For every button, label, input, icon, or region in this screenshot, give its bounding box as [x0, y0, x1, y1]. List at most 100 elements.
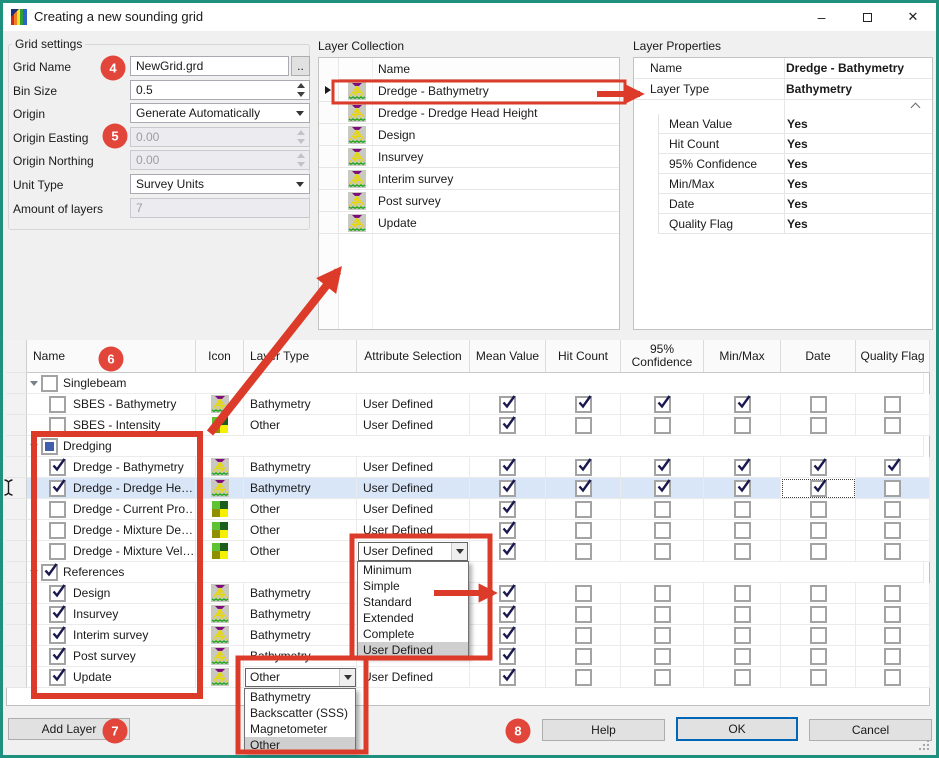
attribute-checkbox-unchecked[interactable] — [810, 501, 827, 518]
attribute-checkbox-unchecked[interactable] — [884, 396, 901, 413]
attribute-checkbox-unchecked[interactable] — [575, 627, 592, 644]
column-header-name[interactable]: Name — [27, 340, 196, 373]
row-checkbox-checked[interactable] — [49, 626, 66, 644]
table-cell-mean-value[interactable] — [470, 499, 546, 520]
ok-button[interactable]: OK — [676, 717, 798, 741]
maximize-button[interactable] — [844, 3, 890, 31]
table-cell-hit-count[interactable] — [546, 625, 621, 646]
table-row-header[interactable] — [6, 541, 27, 562]
attribute-checkbox-unchecked[interactable] — [654, 627, 671, 644]
attribute-checkbox-checked[interactable] — [654, 479, 671, 497]
table-cell-layer-type[interactable]: Other — [244, 541, 357, 562]
table-cell-min-max[interactable] — [704, 394, 781, 415]
group-expander-icon[interactable] — [30, 570, 38, 575]
table-cell-95-confidence[interactable] — [621, 394, 704, 415]
table-cell-date[interactable] — [781, 646, 856, 667]
table-cell-95-confidence[interactable] — [621, 478, 704, 499]
table-cell-layer-type[interactable]: Other — [244, 520, 357, 541]
table-row-header[interactable] — [6, 520, 27, 541]
attribute-checkbox-unchecked[interactable] — [734, 522, 751, 539]
attribute-checkbox-unchecked[interactable] — [575, 522, 592, 539]
table-cell-mean-value[interactable] — [470, 415, 546, 436]
attribute-checkbox-unchecked[interactable] — [884, 417, 901, 434]
table-cell-95-confidence[interactable] — [621, 604, 704, 625]
attribute-checkbox-checked[interactable] — [734, 479, 751, 497]
table-cell-name[interactable]: Insurvey — [27, 604, 196, 625]
attribute-checkbox-unchecked[interactable] — [810, 585, 827, 602]
table-cell-date[interactable] — [781, 541, 856, 562]
attribute-checkbox-unchecked[interactable] — [810, 543, 827, 560]
table-cell-mean-value[interactable] — [470, 394, 546, 415]
table-cell-mean-value[interactable] — [470, 667, 546, 688]
attribute-checkbox-unchecked[interactable] — [884, 585, 901, 602]
column-header-icon[interactable]: Icon — [196, 340, 244, 373]
attribute-checkbox-checked[interactable] — [734, 458, 751, 476]
table-cell-name[interactable]: Design — [27, 583, 196, 604]
cancel-button[interactable]: Cancel — [809, 719, 932, 741]
table-row-header[interactable] — [6, 436, 27, 457]
attribute-checkbox-unchecked[interactable] — [654, 543, 671, 560]
attribute-selection-combo[interactable]: User Defined — [358, 542, 468, 561]
table-cell-layer-type[interactable]: Bathymetry — [244, 394, 357, 415]
attribute-checkbox-checked[interactable] — [499, 647, 516, 665]
help-button[interactable]: Help — [542, 719, 665, 741]
attribute-checkbox-unchecked[interactable] — [810, 396, 827, 413]
table-cell-date[interactable] — [781, 415, 856, 436]
table-cell-name[interactable]: Dredge - Current Pro… — [27, 499, 196, 520]
table-cell-95-confidence[interactable] — [621, 520, 704, 541]
table-cell-layer-type[interactable]: Bathymetry — [244, 646, 357, 667]
table-cell-quality-flag[interactable] — [856, 583, 930, 604]
collection-row[interactable]: Post survey — [319, 190, 619, 212]
table-cell-name[interactable]: Dredge - Bathymetry — [27, 457, 196, 478]
layer-type-list-option-magnetometer[interactable]: Magnetometer — [245, 721, 355, 737]
attribute-checkbox-unchecked[interactable] — [654, 648, 671, 665]
table-cell-mean-value[interactable] — [470, 604, 546, 625]
table-cell-quality-flag[interactable] — [856, 646, 930, 667]
attribute-selection-list-option-extended[interactable]: Extended — [358, 610, 468, 626]
attribute-selection-list-option-minimum[interactable]: Minimum — [358, 562, 468, 578]
close-button[interactable]: ✕ — [890, 3, 936, 31]
table-cell-quality-flag[interactable] — [856, 478, 930, 499]
table-cell-date[interactable] — [781, 499, 856, 520]
table-cell-name[interactable]: Dredge - Mixture De… — [27, 520, 196, 541]
collection-row[interactable]: Dredge - Dredge Head Height — [319, 102, 619, 124]
attribute-selection-combo-dropdown-button[interactable] — [451, 543, 467, 560]
attribute-checkbox-unchecked[interactable] — [734, 606, 751, 623]
attribute-checkbox-unchecked[interactable] — [575, 543, 592, 560]
table-cell-mean-value[interactable] — [470, 520, 546, 541]
table-cell-attribute-selection[interactable]: User Defined — [357, 415, 470, 436]
row-checkbox-unchecked[interactable] — [49, 543, 66, 560]
table-cell-date[interactable] — [781, 394, 856, 415]
attribute-checkbox-unchecked[interactable] — [654, 417, 671, 434]
row-checkbox-checked[interactable] — [49, 458, 66, 476]
row-checkbox-unchecked[interactable] — [49, 501, 66, 518]
table-row-header[interactable] — [6, 667, 27, 688]
attribute-checkbox-unchecked[interactable] — [575, 501, 592, 518]
table-cell-hit-count[interactable] — [546, 667, 621, 688]
table-cell-min-max[interactable] — [704, 646, 781, 667]
table-cell-quality-flag[interactable] — [856, 499, 930, 520]
attribute-checkbox-checked[interactable] — [884, 458, 901, 476]
table-cell-hit-count[interactable] — [546, 520, 621, 541]
column-header-quality-flag[interactable]: Quality Flag — [856, 340, 930, 373]
attribute-checkbox-unchecked[interactable] — [575, 648, 592, 665]
column-header-hit-count[interactable]: Hit Count — [546, 340, 621, 373]
table-cell-mean-value[interactable] — [470, 457, 546, 478]
attribute-checkbox-unchecked[interactable] — [734, 669, 751, 686]
table-group-row-singlebeam[interactable]: Singlebeam — [27, 373, 924, 394]
row-checkbox-checked[interactable] — [49, 668, 66, 686]
table-cell-min-max[interactable] — [704, 415, 781, 436]
attribute-selection-list-option-standard[interactable]: Standard — [358, 594, 468, 610]
table-cell-name[interactable]: Update — [27, 667, 196, 688]
table-cell-quality-flag[interactable] — [856, 415, 930, 436]
table-cell-mean-value[interactable] — [470, 625, 546, 646]
table-cell-date[interactable] — [781, 583, 856, 604]
table-cell-mean-value[interactable] — [470, 478, 546, 499]
table-cell-min-max[interactable] — [704, 520, 781, 541]
group-checkbox-indeterminate[interactable] — [41, 438, 58, 455]
table-row-header[interactable] — [6, 625, 27, 646]
table-cell-95-confidence[interactable] — [621, 646, 704, 667]
attribute-checkbox-checked[interactable] — [499, 542, 516, 560]
attribute-checkbox-unchecked[interactable] — [734, 648, 751, 665]
attribute-checkbox-unchecked[interactable] — [810, 627, 827, 644]
